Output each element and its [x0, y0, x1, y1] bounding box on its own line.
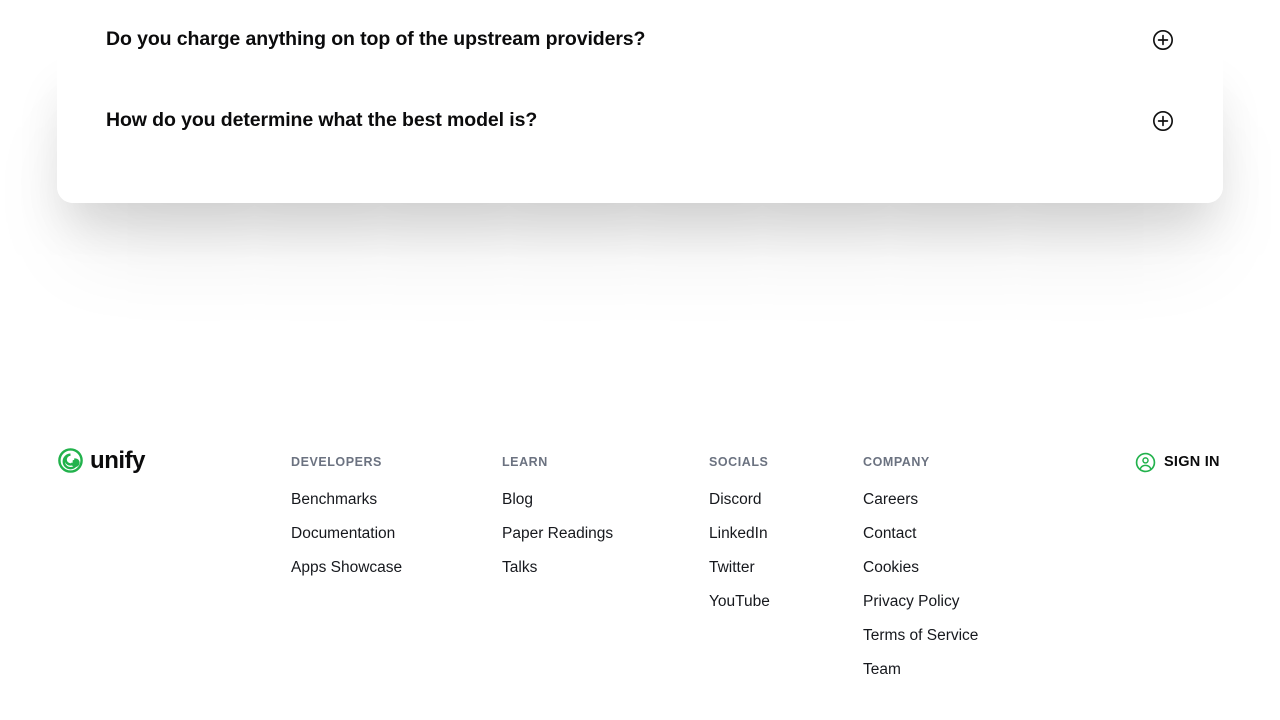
sign-in-label: SIGN IN [1164, 454, 1220, 471]
footer-column-title: DEVELOPERS [291, 455, 382, 469]
footer-brand[interactable]: unify [58, 446, 146, 474]
footer-link-contact[interactable]: Contact [863, 517, 978, 551]
list-item: Privacy Policy [863, 585, 978, 619]
page-root: Do you charge anything on top of the ups… [0, 0, 1280, 720]
list-item: Twitter [709, 551, 770, 585]
faq-question: How do you determine what the best model… [106, 109, 538, 132]
footer-link-list: Blog Paper Readings Talks [502, 483, 613, 585]
sign-in-button[interactable]: SIGN IN [1135, 452, 1220, 473]
list-item: Blog [502, 483, 613, 517]
plus-circle-icon[interactable] [1152, 110, 1174, 132]
list-item: Discord [709, 483, 770, 517]
list-item: Terms of Service [863, 619, 978, 653]
footer-column-socials: SOCIALS Discord LinkedIn Twitter YouTube [709, 456, 770, 619]
footer-link-list: Careers Contact Cookies Privacy Policy T… [863, 483, 978, 687]
footer-link-youtube[interactable]: YouTube [709, 585, 770, 619]
footer-column-company: COMPANY Careers Contact Cookies Privacy … [863, 456, 978, 687]
list-item: Paper Readings [502, 517, 613, 551]
list-item: YouTube [709, 585, 770, 619]
list-item: Benchmarks [291, 483, 402, 517]
list-item: Talks [502, 551, 613, 585]
footer-column-learn: LEARN Blog Paper Readings Talks [502, 456, 613, 585]
list-item: LinkedIn [709, 517, 770, 551]
list-item: Apps Showcase [291, 551, 402, 585]
list-item: Careers [863, 483, 978, 517]
footer-link-careers[interactable]: Careers [863, 483, 978, 517]
footer-column-developers: DEVELOPERS Benchmarks Documentation Apps… [291, 456, 402, 585]
footer-link-benchmarks[interactable]: Benchmarks [291, 483, 402, 517]
footer-column-title: COMPANY [863, 455, 930, 469]
list-item: Team [863, 653, 978, 687]
footer-column-title: LEARN [502, 455, 548, 469]
list-item: Cookies [863, 551, 978, 585]
footer-link-paper-readings[interactable]: Paper Readings [502, 517, 613, 551]
footer-column-title: SOCIALS [709, 455, 769, 469]
faq-question: Do you charge anything on top of the ups… [106, 28, 646, 51]
footer-link-privacy-policy[interactable]: Privacy Policy [863, 585, 978, 619]
footer-link-blog[interactable]: Blog [502, 483, 613, 517]
faq-item[interactable]: How do you determine what the best model… [57, 80, 1223, 162]
brand-name: unify [90, 446, 146, 474]
footer-link-apps-showcase[interactable]: Apps Showcase [291, 551, 402, 585]
footer-link-talks[interactable]: Talks [502, 551, 613, 585]
unify-spiral-logo-icon [58, 448, 83, 473]
faq-list: Do you charge anything on top of the ups… [57, 0, 1223, 162]
plus-circle-icon[interactable] [1152, 29, 1174, 51]
footer-link-list: Benchmarks Documentation Apps Showcase [291, 483, 402, 585]
footer-link-discord[interactable]: Discord [709, 483, 770, 517]
footer-link-documentation[interactable]: Documentation [291, 517, 402, 551]
footer-link-linkedin[interactable]: LinkedIn [709, 517, 770, 551]
footer-link-list: Discord LinkedIn Twitter YouTube [709, 483, 770, 619]
user-circle-icon [1135, 452, 1156, 473]
list-item: Documentation [291, 517, 402, 551]
list-item: Contact [863, 517, 978, 551]
faq-card: Do you charge anything on top of the ups… [57, 0, 1223, 203]
footer-inner: unify DEVELOPERS Benchmarks Documentatio… [0, 430, 1280, 720]
footer-link-team[interactable]: Team [863, 653, 978, 687]
footer-link-cookies[interactable]: Cookies [863, 551, 978, 585]
footer-link-terms-of-service[interactable]: Terms of Service [863, 619, 978, 653]
footer-link-twitter[interactable]: Twitter [709, 551, 770, 585]
faq-item[interactable]: Do you charge anything on top of the ups… [57, 0, 1223, 80]
site-footer: unify DEVELOPERS Benchmarks Documentatio… [0, 430, 1280, 720]
